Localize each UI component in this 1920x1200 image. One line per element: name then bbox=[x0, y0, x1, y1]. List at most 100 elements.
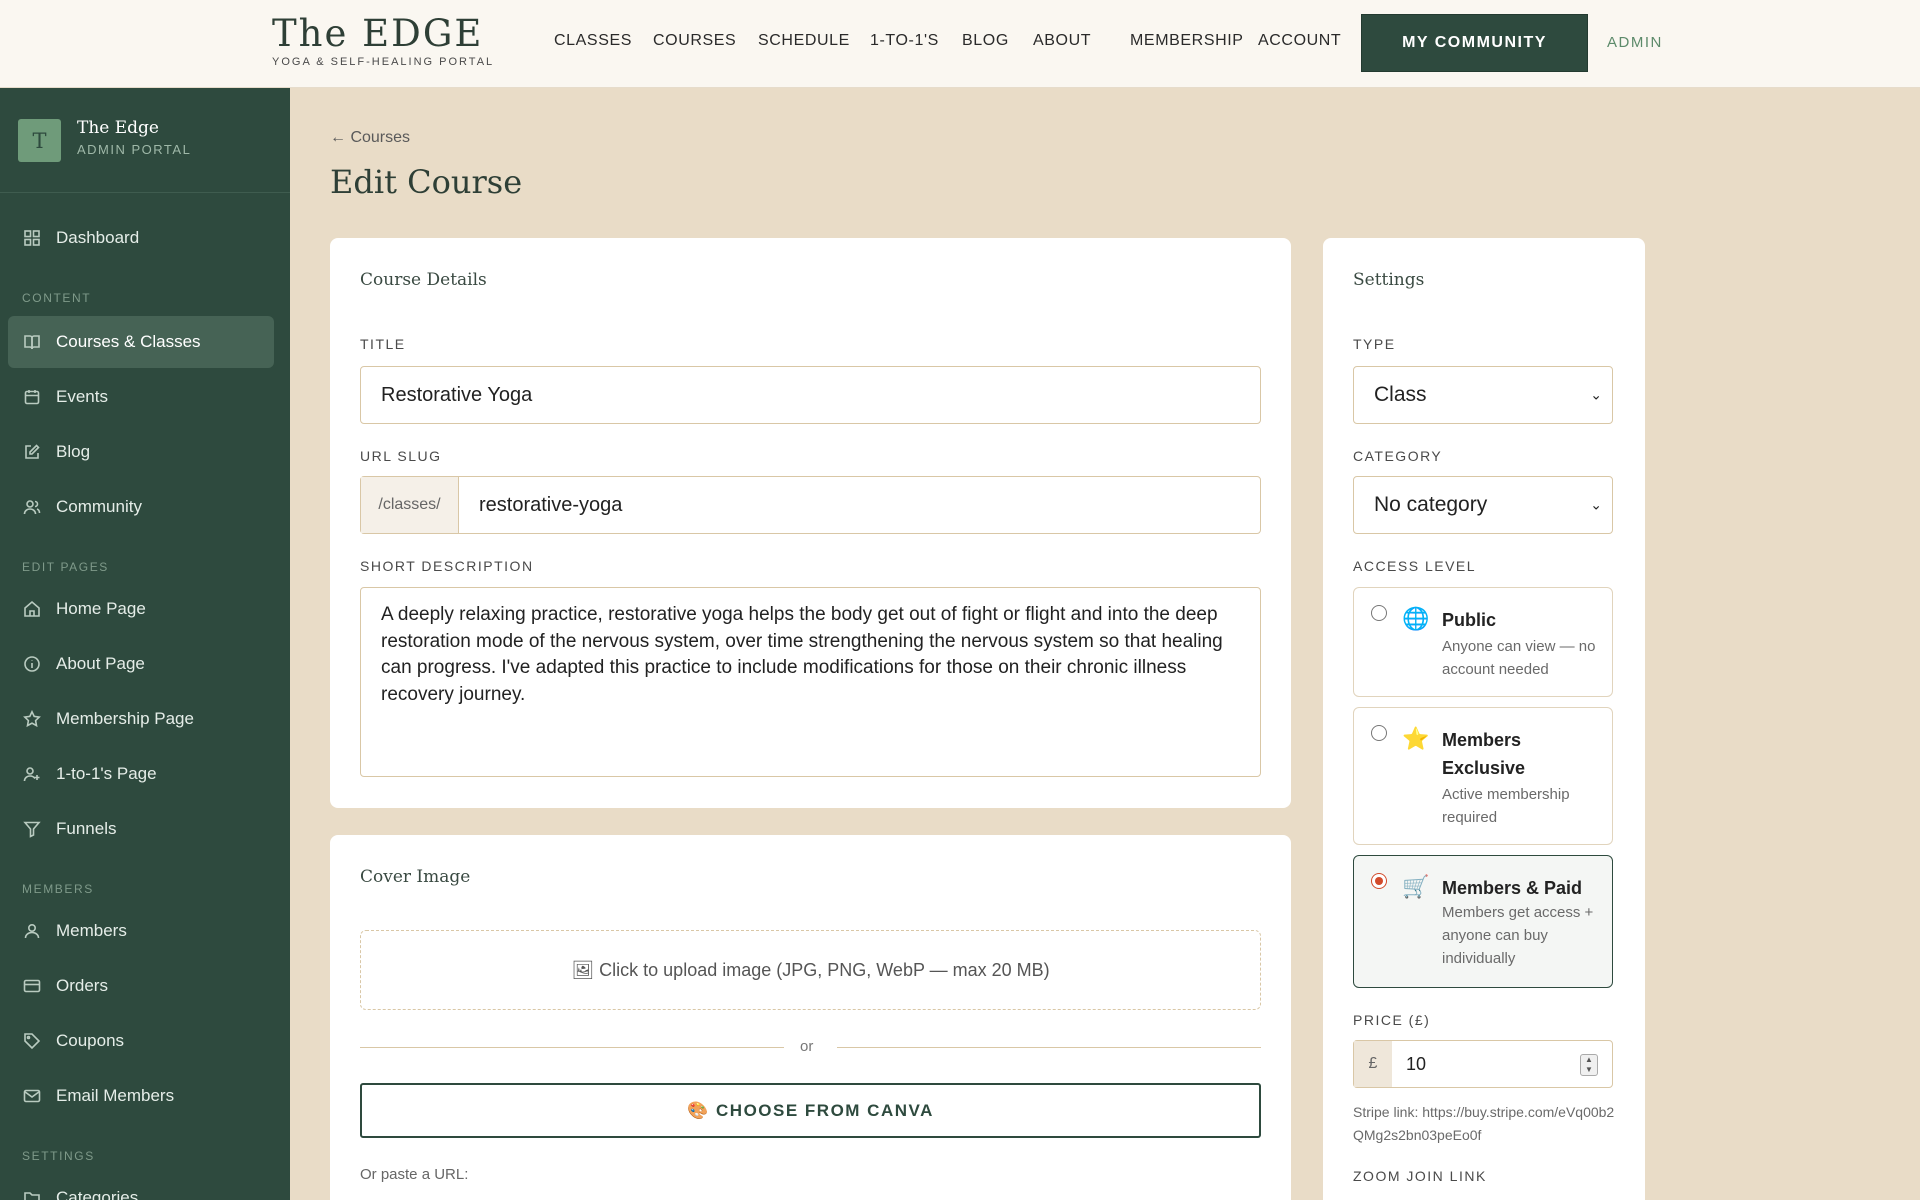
sidebar-item-community[interactable]: Community bbox=[8, 481, 274, 533]
star-icon: ⭐ bbox=[1402, 726, 1430, 751]
sidebar-item-label: Members bbox=[56, 921, 127, 940]
sidebar-item-home-page[interactable]: Home Page bbox=[8, 583, 274, 635]
nav-account[interactable]: ACCOUNT bbox=[1258, 32, 1341, 50]
number-stepper[interactable]: ▲ ▼ bbox=[1580, 1054, 1598, 1076]
sidebar-item-label: Membership Page bbox=[56, 709, 194, 728]
page-title: Edit Course bbox=[330, 163, 523, 201]
grid-icon bbox=[22, 228, 42, 248]
sidebar-item-label: Events bbox=[56, 387, 108, 406]
access-option-public[interactable]: 🌐 Public Anyone can view — no account ne… bbox=[1353, 587, 1613, 697]
admin-sidebar: T The Edge ADMIN PORTAL Dashboard CONTEN… bbox=[0, 88, 290, 1200]
description-textarea[interactable]: A deeply relaxing practice, restorative … bbox=[360, 587, 1261, 777]
sidebar-item-label: Home Page bbox=[56, 599, 146, 618]
chevron-down-icon: ⌄ bbox=[1590, 496, 1602, 513]
sidebar-item-members[interactable]: Members bbox=[8, 905, 274, 957]
upload-text: 🖼 Click to upload image (JPG, PNG, WebP … bbox=[571, 959, 1050, 980]
type-label: TYPE bbox=[1353, 336, 1396, 352]
nav-one-to-ones[interactable]: 1-TO-1'S bbox=[870, 32, 939, 50]
sidebar-item-blog[interactable]: Blog bbox=[8, 426, 274, 478]
admin-link[interactable]: ADMIN bbox=[1607, 34, 1663, 51]
divider-right bbox=[837, 1047, 1261, 1048]
category-label: CATEGORY bbox=[1353, 448, 1443, 464]
section-content: CONTENT bbox=[22, 291, 92, 305]
sidebar-item-coupons[interactable]: Coupons bbox=[8, 1015, 274, 1067]
access-option-title: Public bbox=[1442, 610, 1497, 630]
filter-icon bbox=[22, 819, 42, 839]
sidebar-item-events[interactable]: Events bbox=[8, 371, 274, 423]
access-option-title: Members Exclusive bbox=[1442, 730, 1526, 778]
sidebar-item-label: Coupons bbox=[56, 1031, 125, 1050]
sidebar-item-label: 1-to-1's Page bbox=[56, 764, 157, 783]
book-icon bbox=[22, 332, 42, 352]
card-title: Settings bbox=[1353, 270, 1425, 290]
category-select[interactable]: No category ⌄ bbox=[1353, 476, 1613, 534]
paste-url-label: Or paste a URL: bbox=[360, 1166, 469, 1183]
nav-blog[interactable]: BLOG bbox=[962, 32, 1009, 50]
access-option-members-paid[interactable]: 🛒 Members & Paid Members get access + an… bbox=[1353, 855, 1613, 988]
info-icon bbox=[22, 654, 42, 674]
section-edit-pages: EDIT PAGES bbox=[22, 560, 109, 574]
access-option-description: Members get access + anyone can buy indi… bbox=[1442, 904, 1594, 967]
choose-from-canva-button[interactable]: 🎨 CHOOSE FROM CANVA bbox=[360, 1083, 1261, 1138]
type-select[interactable]: Class ⌄ bbox=[1353, 366, 1613, 424]
title-input[interactable]: Restorative Yoga bbox=[360, 366, 1261, 424]
settings-card: Settings TYPE Class ⌄ CATEGORY No catego… bbox=[1323, 238, 1645, 1200]
access-option-members-exclusive[interactable]: ⭐ Members Exclusive Active membership re… bbox=[1353, 707, 1613, 845]
logo-tagline: YOGA & SELF-HEALING PORTAL bbox=[272, 56, 495, 68]
access-option-description: Active membership required bbox=[1442, 786, 1570, 826]
sidebar-item-label: Community bbox=[56, 497, 142, 516]
back-to-courses-link[interactable]: ← Courses bbox=[330, 129, 410, 147]
nav-schedule[interactable]: SCHEDULE bbox=[758, 32, 850, 50]
sidebar-item-dashboard[interactable]: Dashboard bbox=[8, 212, 274, 264]
nav-courses[interactable]: COURSES bbox=[653, 32, 736, 50]
card-title: Course Details bbox=[360, 270, 487, 290]
title-label: TITLE bbox=[360, 336, 406, 352]
users-icon bbox=[22, 497, 42, 517]
sidebar-item-label: Email Members bbox=[56, 1086, 175, 1105]
sidebar-item-membership-page[interactable]: Membership Page bbox=[8, 693, 274, 745]
sidebar-item-about-page[interactable]: About Page bbox=[8, 638, 274, 690]
slug-input[interactable]: /classes/ restorative-yoga bbox=[360, 476, 1261, 534]
sidebar-brand: T The Edge ADMIN PORTAL bbox=[0, 88, 290, 193]
radio-button[interactable] bbox=[1371, 725, 1387, 741]
tag-icon bbox=[22, 1031, 42, 1051]
globe-icon: 🌐 bbox=[1402, 606, 1430, 631]
category-value: No category bbox=[1374, 493, 1488, 516]
nav-classes[interactable]: CLASSES bbox=[554, 32, 632, 50]
nav-membership[interactable]: MEMBERSHIP bbox=[1130, 32, 1244, 50]
radio-button-selected[interactable] bbox=[1371, 873, 1387, 889]
image-upload-dropzone[interactable]: 🖼 Click to upload image (JPG, PNG, WebP … bbox=[360, 930, 1261, 1010]
access-option-title: Members & Paid bbox=[1442, 878, 1583, 898]
chevron-down-icon: ⌄ bbox=[1590, 386, 1602, 403]
calendar-icon bbox=[22, 387, 42, 407]
price-label: PRICE (£) bbox=[1353, 1012, 1431, 1028]
stripe-link-text: Stripe link: https://buy.stripe.com/eVq0… bbox=[1353, 1104, 1615, 1143]
top-navbar: The EDGE YOGA & SELF-HEALING PORTAL CLAS… bbox=[0, 0, 1920, 88]
radio-button[interactable] bbox=[1371, 605, 1387, 621]
cart-icon: 🛒 bbox=[1402, 874, 1430, 899]
sidebar-item-one-to-ones-page[interactable]: 1-to-1's Page bbox=[8, 748, 274, 800]
section-members: MEMBERS bbox=[22, 882, 94, 896]
price-input[interactable]: £ 10 ▲ ▼ bbox=[1353, 1040, 1613, 1088]
avatar: T bbox=[18, 119, 61, 162]
sidebar-item-funnels[interactable]: Funnels bbox=[8, 803, 274, 855]
user-plus-icon bbox=[22, 764, 42, 784]
sidebar-item-orders[interactable]: Orders bbox=[8, 960, 274, 1012]
sidebar-item-email-members[interactable]: Email Members bbox=[8, 1070, 274, 1122]
sidebar-item-categories[interactable]: Categories bbox=[8, 1172, 274, 1200]
description-value: A deeply relaxing practice, restorative … bbox=[381, 604, 1223, 705]
card-icon bbox=[22, 976, 42, 996]
site-logo[interactable]: The EDGE YOGA & SELF-HEALING PORTAL bbox=[272, 14, 495, 69]
sidebar-item-label: Blog bbox=[56, 442, 91, 461]
nav-about[interactable]: ABOUT bbox=[1033, 32, 1091, 50]
currency-prefix: £ bbox=[1354, 1041, 1392, 1087]
my-community-button[interactable]: MY COMMUNITY bbox=[1361, 14, 1588, 72]
brand-name: The Edge bbox=[77, 118, 159, 138]
access-option-description: Anyone can view — no account needed bbox=[1442, 638, 1596, 678]
slug-value: restorative-yoga bbox=[479, 493, 623, 516]
price-value: 10 bbox=[1406, 1053, 1427, 1074]
course-details-card: Course Details TITLE Restorative Yoga UR… bbox=[330, 238, 1291, 808]
sidebar-item-courses-classes[interactable]: Courses & Classes bbox=[8, 316, 274, 368]
type-value: Class bbox=[1374, 383, 1427, 406]
card-title: Cover Image bbox=[360, 867, 471, 887]
